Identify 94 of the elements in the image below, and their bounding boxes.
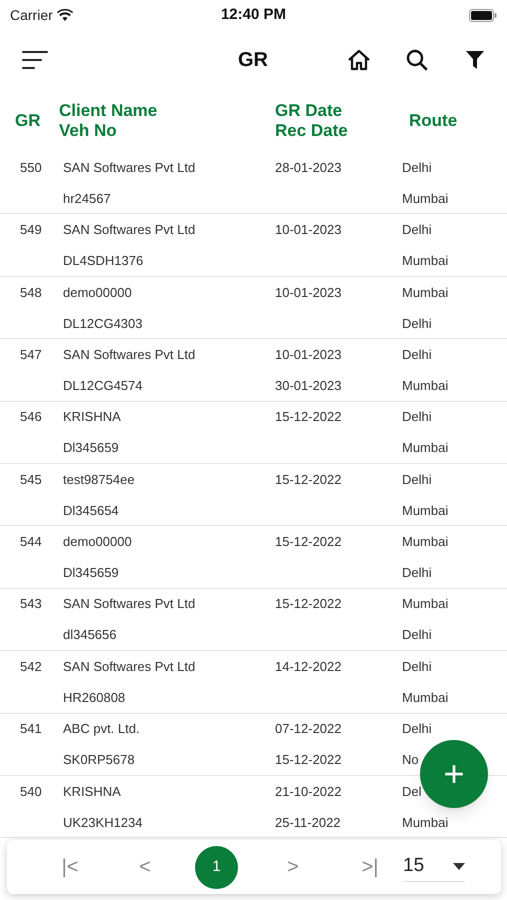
filter-button[interactable] [465,50,485,70]
menu-icon [22,50,48,70]
vehicle-number: Dl345654 [63,502,120,520]
client-name: SAN Softwares Pvt Ltd [63,346,196,364]
carrier-label: Carrier [10,6,53,24]
search-icon [406,49,428,71]
column-header: Route [408,111,458,131]
route-to: Mumbai [402,439,450,458]
rec-date: 30-01-2023 [275,376,342,395]
gr-number: 548 [19,284,43,302]
route-to: Mumbai [402,502,450,520]
client-name: demo00000 [63,284,133,302]
home-button[interactable] [347,49,371,71]
route-to: Mumbai [402,252,450,270]
gr-number: 546 [19,408,43,426]
gr-date: 15-12-2022 [275,595,342,614]
column-header: GR Date Rec Date [275,101,349,141]
vehicle-number: Dl345659 [63,564,120,582]
route-to: Delhi [402,626,433,644]
gr-date: 10-01-2023 [275,284,342,302]
gr-date: 14-12-2022 [275,658,342,676]
route-to: Delhi [402,314,433,333]
gr-number: 543 [19,595,43,614]
client-name: SAN Softwares Pvt Ltd [63,221,196,240]
page-title: GR [238,48,268,73]
route-from: Mumbai [402,284,450,302]
route-to: Mumbai [402,190,450,208]
vehicle-number: dl345656 [63,626,118,644]
route-to: Mumbai [402,688,450,707]
add-button[interactable]: + [420,740,488,808]
next-page-button[interactable]: > [283,852,303,882]
route-to: No [402,751,420,770]
route-to: Delhi [402,564,433,582]
column-header: Client Name Veh No [59,101,158,141]
caret-icon [453,863,465,870]
clock: 12:40 PM [220,4,288,25]
rec-date: 15-12-2022 [275,751,342,770]
page-size-dropdown[interactable]: 15 [403,852,465,882]
gr-number: 542 [19,658,43,676]
gr-number: 545 [19,470,43,489]
client-name: demo00000 [63,533,133,552]
gr-date: 28-01-2023 [275,158,342,177]
menu-button[interactable] [22,50,50,70]
gr-date: 07-12-2022 [275,720,342,738]
gr-number: 544 [19,533,43,552]
home-icon [347,49,371,71]
client-name: KRISHNA [63,408,122,426]
previous-page-button[interactable]: < [135,852,155,882]
page-button[interactable]: 1 [195,846,238,888]
vehicle-number: DL12CG4574 [63,376,144,395]
gr-date: 10-01-2023 [275,221,342,240]
gr-date: 15-12-2022 [275,533,342,552]
vehicle-number: Dl345659 [63,439,120,458]
client-name: test98754ee [63,470,136,489]
gr-number: 547 [19,346,43,364]
vehicle-number: UK23KH1234 [63,814,144,832]
vehicle-number: HR260808 [63,688,126,707]
route-from: Delhi [402,658,433,676]
gr-number: 541 [19,720,43,738]
client-name: ABC pvt. Ltd. [63,720,141,738]
gr-date: 21-10-2022 [275,782,342,801]
route-to: Mumbai [402,376,450,395]
vehicle-number: DL4SDH1376 [63,252,144,270]
gr-number: 540 [19,782,43,801]
first-page-button[interactable]: |< [55,852,85,882]
gr-date: 15-12-2022 [275,470,342,489]
filter-icon [465,50,485,70]
route-from: Delhi [402,346,433,364]
gr-number: 550 [19,158,43,177]
vehicle-number: SK0RP5678 [63,751,136,770]
route-from: Del [402,782,423,801]
wifi-icon [56,9,73,21]
route-from: Delhi [402,720,433,738]
last-page-button[interactable]: >| [355,852,385,882]
client-name: KRISHNA [63,782,122,801]
client-name: SAN Softwares Pvt Ltd [63,658,196,676]
vehicle-number: DL12CG4303 [63,314,144,333]
vehicle-number: hr24567 [63,190,112,208]
gr-date: 10-01-2023 [275,346,342,364]
client-name: SAN Softwares Pvt Ltd [63,158,196,177]
rec-date: 25-11-2022 [275,814,342,832]
route-to: Mumbai [402,814,450,832]
route-from: Mumbai [402,595,450,614]
gr-date: 15-12-2022 [275,408,342,426]
battery-icon [469,8,497,22]
route-from: Delhi [402,470,433,489]
client-name: SAN Softwares Pvt Ltd [63,595,196,614]
route-from: Delhi [402,221,433,240]
search-button[interactable] [406,49,428,71]
route-from: Delhi [402,158,433,177]
route-from: Mumbai [402,533,450,552]
column-header: GR [14,111,42,131]
gr-number: 549 [19,221,43,240]
route-from: Delhi [402,408,433,426]
